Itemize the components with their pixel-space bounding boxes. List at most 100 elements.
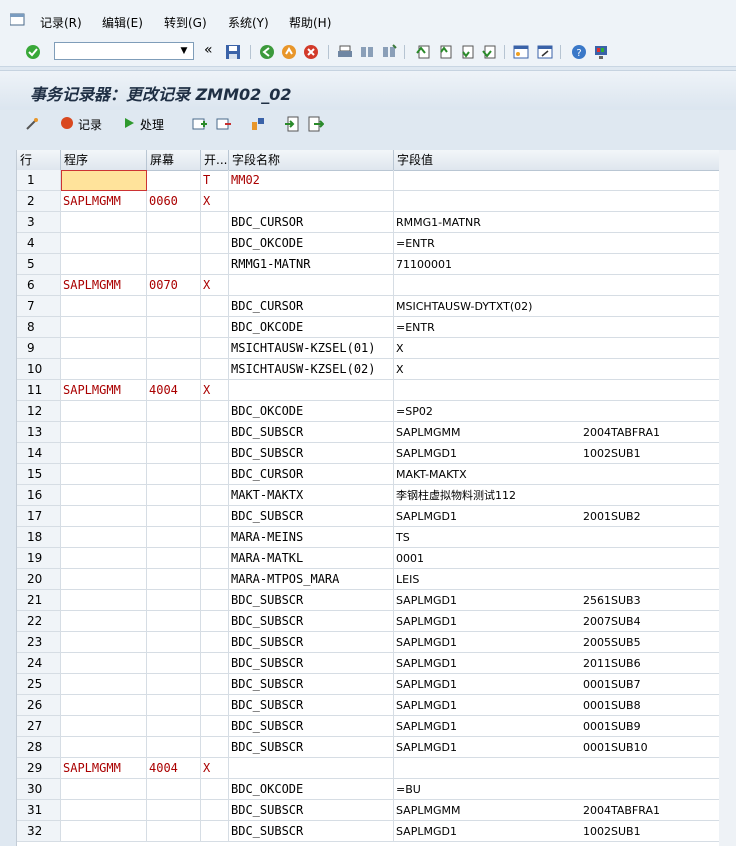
row-start-flag[interactable] [201, 674, 229, 695]
chevron-down-icon[interactable]: ▼ [177, 43, 191, 59]
row-screen[interactable] [147, 401, 201, 422]
row-program[interactable] [61, 317, 147, 338]
table-row[interactable]: 19 MARA-MATKL 0001 [17, 548, 720, 569]
menu-help[interactable]: 帮助(H) [289, 14, 331, 31]
table-row[interactable]: 32 BDC_SUBSCR SAPLMGD1 1002SUB1 [17, 821, 720, 842]
row-start-flag[interactable]: T [201, 170, 229, 191]
new-session-icon[interactable] [512, 43, 530, 61]
row-field-value[interactable]: MAKT-MAKTX [394, 464, 720, 485]
row-start-flag[interactable] [201, 527, 229, 548]
row-start-flag[interactable] [201, 800, 229, 821]
row-field-name[interactable]: BDC_SUBSCR [229, 716, 394, 737]
row-start-flag[interactable]: X [201, 191, 229, 212]
row-program[interactable] [61, 632, 147, 653]
row-field-name[interactable]: BDC_OKCODE [229, 317, 394, 338]
row-field-name[interactable]: BDC_OKCODE [229, 233, 394, 254]
row-field-value[interactable]: =ENTR [394, 317, 720, 338]
shortcut-icon[interactable] [536, 43, 554, 61]
row-start-flag[interactable] [201, 338, 229, 359]
row-program[interactable] [61, 401, 147, 422]
row-field-value[interactable] [394, 275, 720, 296]
row-field-name[interactable]: BDC_SUBSCR [229, 737, 394, 758]
row-field-name[interactable]: MSICHTAUSW-KZSEL(02) [229, 359, 394, 380]
table-row[interactable]: 8 BDC_OKCODE =ENTR [17, 317, 720, 338]
row-field-name[interactable]: RMMG1-MATNR [229, 254, 394, 275]
row-field-value[interactable]: X [394, 359, 720, 380]
header-screen[interactable]: 屏幕 [147, 150, 201, 170]
row-program[interactable] [61, 674, 147, 695]
row-screen[interactable] [147, 590, 201, 611]
row-program[interactable] [61, 464, 147, 485]
table-row[interactable]: 30 BDC_OKCODE =BU [17, 779, 720, 800]
row-start-flag[interactable] [201, 422, 229, 443]
command-input[interactable] [55, 43, 179, 59]
menu-system[interactable]: 系统(Y) [228, 14, 269, 31]
table-row[interactable]: 1 T MM02 [17, 170, 720, 191]
row-screen[interactable] [147, 338, 201, 359]
delete-row-button[interactable] [216, 116, 232, 135]
row-program[interactable]: SAPLMGMM [61, 275, 147, 296]
table-row[interactable]: 20 MARA-MTPOS_MARA LEIS [17, 569, 720, 590]
table-row[interactable]: 4 BDC_OKCODE =ENTR [17, 233, 720, 254]
row-field-value[interactable]: SAPLMGD1 1002SUB1 [394, 821, 720, 842]
row-screen[interactable] [147, 359, 201, 380]
row-field-name[interactable] [229, 191, 394, 212]
row-field-name[interactable]: BDC_SUBSCR [229, 653, 394, 674]
row-field-name[interactable]: BDC_OKCODE [229, 401, 394, 422]
row-screen[interactable]: 4004 [147, 758, 201, 779]
row-screen[interactable] [147, 170, 201, 191]
print-icon[interactable] [336, 43, 354, 61]
row-field-value[interactable]: SAPLMGD1 0001SUB7 [394, 674, 720, 695]
row-program[interactable] [61, 170, 147, 191]
row-screen[interactable] [147, 422, 201, 443]
row-start-flag[interactable] [201, 590, 229, 611]
row-start-flag[interactable] [201, 695, 229, 716]
row-program[interactable] [61, 653, 147, 674]
row-field-value[interactable]: TS [394, 527, 720, 548]
row-program[interactable]: SAPLMGMM [61, 191, 147, 212]
header-start[interactable]: 开... [201, 150, 229, 170]
export-button[interactable] [308, 116, 325, 135]
table-row[interactable]: 12 BDC_OKCODE =SP02 [17, 401, 720, 422]
menu-icon[interactable] [9, 12, 26, 26]
row-start-flag[interactable] [201, 317, 229, 338]
row-screen[interactable] [147, 212, 201, 233]
row-program[interactable] [61, 611, 147, 632]
row-screen[interactable] [147, 506, 201, 527]
row-program[interactable] [61, 821, 147, 842]
row-program[interactable] [61, 548, 147, 569]
row-field-value[interactable]: LEIS [394, 569, 720, 590]
row-screen[interactable] [147, 443, 201, 464]
header-field-name[interactable]: 字段名称 [229, 150, 394, 170]
row-program[interactable] [61, 569, 147, 590]
row-screen[interactable] [147, 632, 201, 653]
row-field-name[interactable]: MARA-MEINS [229, 527, 394, 548]
cancel-icon[interactable] [302, 43, 320, 61]
customize-layout-icon[interactable] [592, 43, 610, 61]
row-screen[interactable] [147, 716, 201, 737]
row-start-flag[interactable] [201, 254, 229, 275]
row-screen[interactable] [147, 695, 201, 716]
row-program[interactable] [61, 338, 147, 359]
table-row[interactable]: 11 SAPLMGMM 4004 X [17, 380, 720, 401]
row-program[interactable] [61, 422, 147, 443]
row-field-name[interactable]: BDC_SUBSCR [229, 821, 394, 842]
row-field-value[interactable]: SAPLMGD1 2561SUB3 [394, 590, 720, 611]
row-start-flag[interactable] [201, 233, 229, 254]
row-field-value[interactable]: SAPLMGD1 2001SUB2 [394, 506, 720, 527]
row-field-name[interactable]: BDC_SUBSCR [229, 590, 394, 611]
row-screen[interactable] [147, 548, 201, 569]
row-screen[interactable] [147, 611, 201, 632]
row-screen[interactable] [147, 233, 201, 254]
settings-button[interactable] [24, 116, 40, 135]
row-program[interactable] [61, 737, 147, 758]
row-start-flag[interactable] [201, 632, 229, 653]
row-start-flag[interactable] [201, 653, 229, 674]
row-screen[interactable] [147, 464, 201, 485]
row-screen[interactable]: 0060 [147, 191, 201, 212]
row-screen[interactable] [147, 779, 201, 800]
row-field-value[interactable] [394, 191, 720, 212]
row-start-flag[interactable] [201, 611, 229, 632]
row-start-flag[interactable] [201, 569, 229, 590]
row-field-value[interactable]: SAPLMGMM 2004TABFRA1 [394, 800, 720, 821]
